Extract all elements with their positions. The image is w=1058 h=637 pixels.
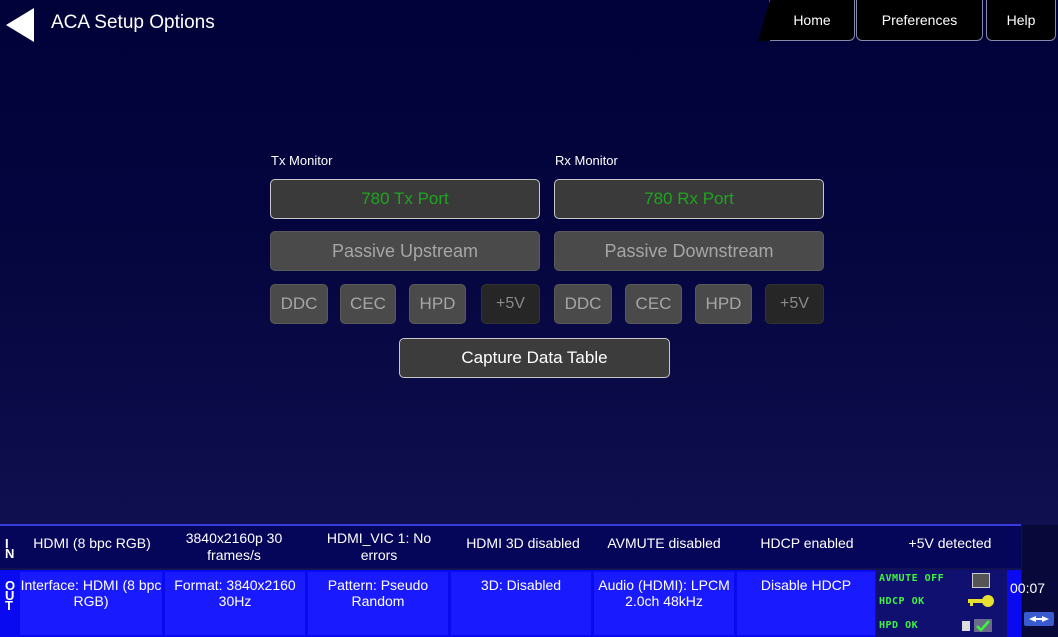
rx-5v-button[interactable]: +5V	[765, 284, 824, 324]
rx-monitor-label: Rx Monitor	[555, 153, 618, 168]
tab-home[interactable]: Home	[758, 0, 855, 41]
tx-monitor-label: Tx Monitor	[271, 153, 333, 168]
capture-data-table-button[interactable]: Capture Data Table	[399, 338, 670, 378]
rx-port-button[interactable]: 780 Rx Port	[554, 179, 824, 219]
tab-help[interactable]: Help	[986, 0, 1056, 41]
clock: 00:07	[1010, 580, 1046, 596]
hpd-status: HPD OK	[879, 620, 919, 631]
tx-5v-button[interactable]: +5V	[481, 284, 540, 324]
rx-hpd-button[interactable]: HPD	[695, 284, 752, 324]
tx-port-button[interactable]: 780 Tx Port	[270, 179, 540, 219]
avmute-status: AVMUTE OFF	[879, 573, 945, 584]
connection-icon[interactable]	[1024, 612, 1054, 626]
status-panel: AVMUTE OFF HDCP OK HPD OK	[876, 570, 1007, 637]
out-hdcp-button[interactable]: Disable HDCP	[737, 572, 875, 635]
out-letter-t: T	[5, 598, 13, 613]
passive-downstream-button[interactable]: Passive Downstream	[554, 231, 824, 271]
in-interface: HDMI (8 bpc RGB)	[33, 535, 151, 551]
tx-cec-button[interactable]: CEC	[340, 284, 396, 324]
tab-preferences[interactable]: Preferences	[856, 0, 983, 41]
hpd-connector-icon	[962, 619, 992, 632]
rx-ddc-button[interactable]: DDC	[554, 284, 612, 324]
page-title: ACA Setup Options	[51, 12, 215, 33]
out-3d-button[interactable]: 3D: Disabled	[451, 572, 591, 635]
in-avmute: AVMUTE disabled	[607, 535, 721, 551]
in-format: 3840x2160p 30 frames/s	[185, 530, 283, 563]
in-vic: HDMI_VIC 1: No errors	[326, 530, 432, 563]
out-interface-button[interactable]: Interface: HDMI (8 bpc RGB)	[20, 572, 162, 635]
input-status-bar: I N HDMI (8 bpc RGB) 3840x2160p 30 frame…	[0, 524, 1021, 568]
key-icon	[968, 595, 994, 607]
output-status-bar: O U T Interface: HDMI (8 bpc RGB) Format…	[0, 570, 1021, 637]
out-format-button[interactable]: Format: 3840x2160 30Hz	[165, 572, 305, 635]
hdcp-status: HDCP OK	[879, 596, 925, 607]
in-letter-n: N	[5, 546, 15, 561]
in-hdcp: HDCP enabled	[760, 535, 854, 551]
in-5v: +5V detected	[908, 535, 992, 551]
back-arrow-icon[interactable]	[6, 8, 34, 42]
passive-upstream-button[interactable]: Passive Upstream	[270, 231, 540, 271]
rx-cec-button[interactable]: CEC	[625, 284, 682, 324]
in-3d: HDMI 3D disabled	[466, 535, 580, 551]
tx-ddc-button[interactable]: DDC	[270, 284, 328, 324]
out-pattern-button[interactable]: Pattern: Pseudo Random	[308, 572, 448, 635]
out-audio-button[interactable]: Audio (HDMI): LPCM 2.0ch 48kHz	[594, 572, 734, 635]
tx-hpd-button[interactable]: HPD	[409, 284, 466, 324]
monitor-icon	[972, 573, 990, 588]
